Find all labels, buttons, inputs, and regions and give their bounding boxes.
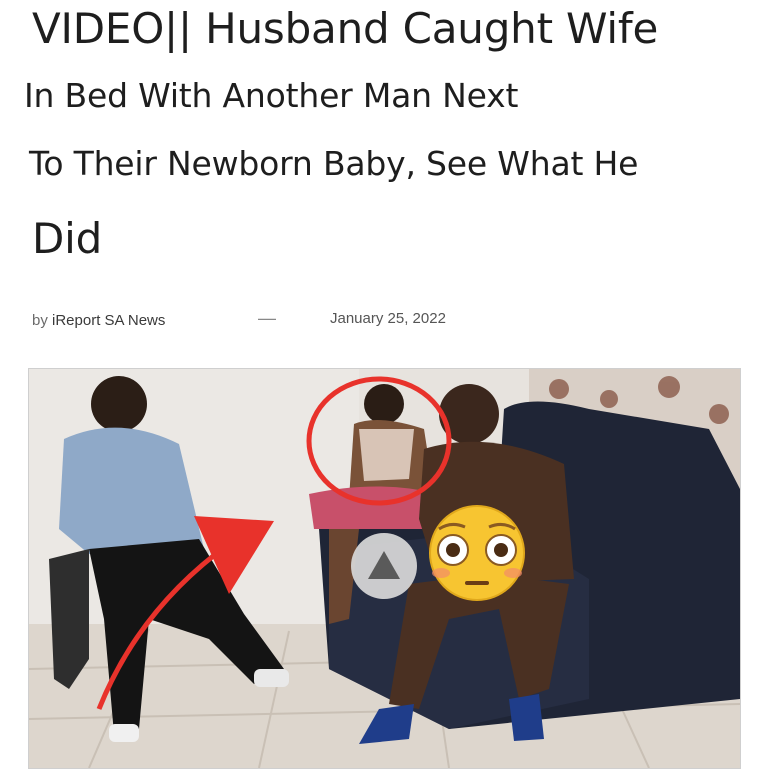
video-thumbnail[interactable] xyxy=(28,368,741,769)
publish-date: January 25, 2022 xyxy=(330,310,446,327)
flushed-face-emoji xyxy=(429,505,525,601)
headline-line-3: To Their Newborn Baby, See What He xyxy=(29,144,639,183)
author-link[interactable]: iReport SA News xyxy=(52,312,165,329)
headline-line-4: Did xyxy=(32,214,103,263)
headline-line-2: In Bed With Another Man Next xyxy=(24,76,519,115)
meta-separator: — xyxy=(258,308,276,328)
headline-line-1: VIDEO|| Husband Caught Wife xyxy=(32,4,659,53)
play-triangle-icon[interactable] xyxy=(351,533,417,599)
article-meta: by iReport SA News — January 25, 2022 xyxy=(0,308,768,334)
video-scene xyxy=(29,369,740,768)
byline-prefix: by xyxy=(32,312,48,329)
byline: by iReport SA News xyxy=(32,312,165,329)
